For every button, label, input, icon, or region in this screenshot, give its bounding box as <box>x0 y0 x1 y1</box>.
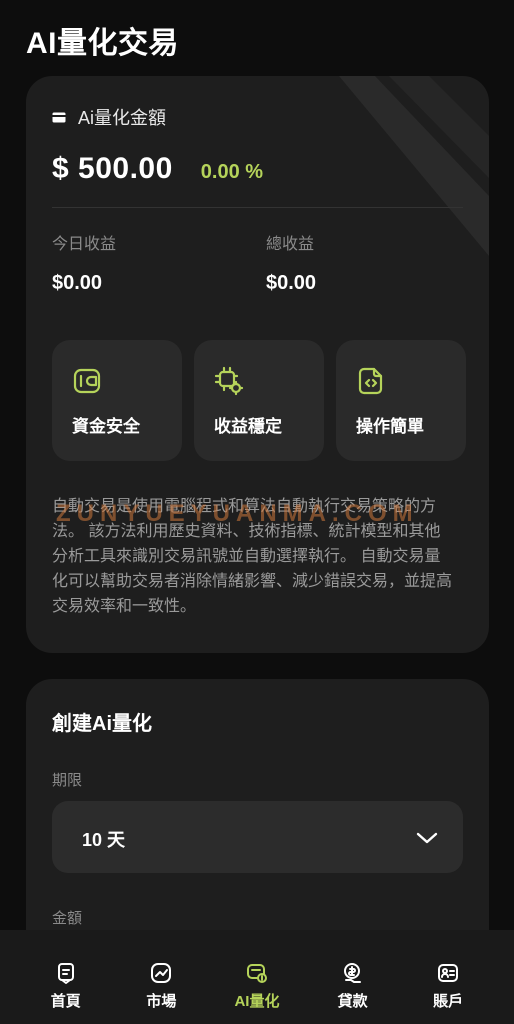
quant-amount: $ 500.00 <box>52 152 173 185</box>
divider <box>52 207 463 208</box>
code-file-icon <box>358 367 383 395</box>
feature-label: 操作簡單 <box>356 417 424 436</box>
tab-label: 賬戶 <box>433 993 464 1010</box>
period-select[interactable]: 10 天 <box>52 801 463 873</box>
card-decoration <box>339 76 489 256</box>
feature-label: 收益穩定 <box>214 417 282 436</box>
account-icon <box>438 964 459 982</box>
period-value: 10 天 <box>82 830 126 850</box>
amount-row: $ 500.00 0.00 % <box>52 152 263 186</box>
tab-ai-quant[interactable]: AI量化 <box>217 930 297 1011</box>
tab-label: AI量化 <box>234 993 280 1010</box>
feature-stable-income: 收益穩定 <box>194 340 324 461</box>
tab-market[interactable]: 市場 <box>121 930 201 1011</box>
tab-account[interactable]: 賬戶 <box>408 930 488 1011</box>
quant-percent: 0.00 % <box>200 161 264 183</box>
tab-label: 市場 <box>146 993 177 1010</box>
page-title: AI量化交易 <box>26 27 179 60</box>
home-icon <box>57 963 74 984</box>
chevron-down-icon <box>416 832 438 844</box>
today-earnings: 今日收益 $0.00 <box>52 230 116 295</box>
quant-summary-card: Ai量化金額 $ 500.00 0.00 % 今日收益 $0.00 總收益 $0… <box>26 76 489 653</box>
market-icon <box>151 963 172 983</box>
ai-quant-icon <box>246 964 267 983</box>
bottom-tab-bar: 首頁 市場 AI量化 貸款 賬戶 <box>0 930 514 1024</box>
amount-header: Ai量化金額 <box>52 104 166 130</box>
today-earnings-value: $0.00 <box>52 272 103 294</box>
tab-home[interactable]: 首頁 <box>26 930 106 1011</box>
gear-chip-icon <box>214 366 244 396</box>
amount-label: 金額 <box>52 910 83 927</box>
period-label: 期限 <box>52 772 83 789</box>
loan-icon <box>343 963 361 983</box>
feature-list: 資金安全 收益穩定 操作簡單 <box>52 340 466 461</box>
feature-easy-operation: 操作簡單 <box>336 340 466 461</box>
feature-fund-safety: 資金安全 <box>52 340 182 461</box>
today-earnings-label: 今日收益 <box>52 236 117 253</box>
wallet-icon <box>73 368 101 394</box>
amount-header-label: Ai量化金額 <box>78 108 167 128</box>
total-earnings-label: 總收益 <box>266 236 315 253</box>
tab-label: 首頁 <box>50 993 81 1010</box>
card-icon <box>52 112 66 122</box>
total-earnings: 總收益 $0.00 <box>266 230 316 295</box>
total-earnings-value: $0.00 <box>266 272 317 294</box>
tab-loan[interactable]: 貸款 <box>313 930 393 1011</box>
tab-label: 貸款 <box>337 993 368 1010</box>
create-title: 創建Ai量化 <box>52 713 152 735</box>
feature-label: 資金安全 <box>72 417 140 436</box>
description-text: 自動交易是使用電腦程式和算法自動執行交易策略的方法。 該方法利用歷史資料、技術指… <box>52 498 453 615</box>
